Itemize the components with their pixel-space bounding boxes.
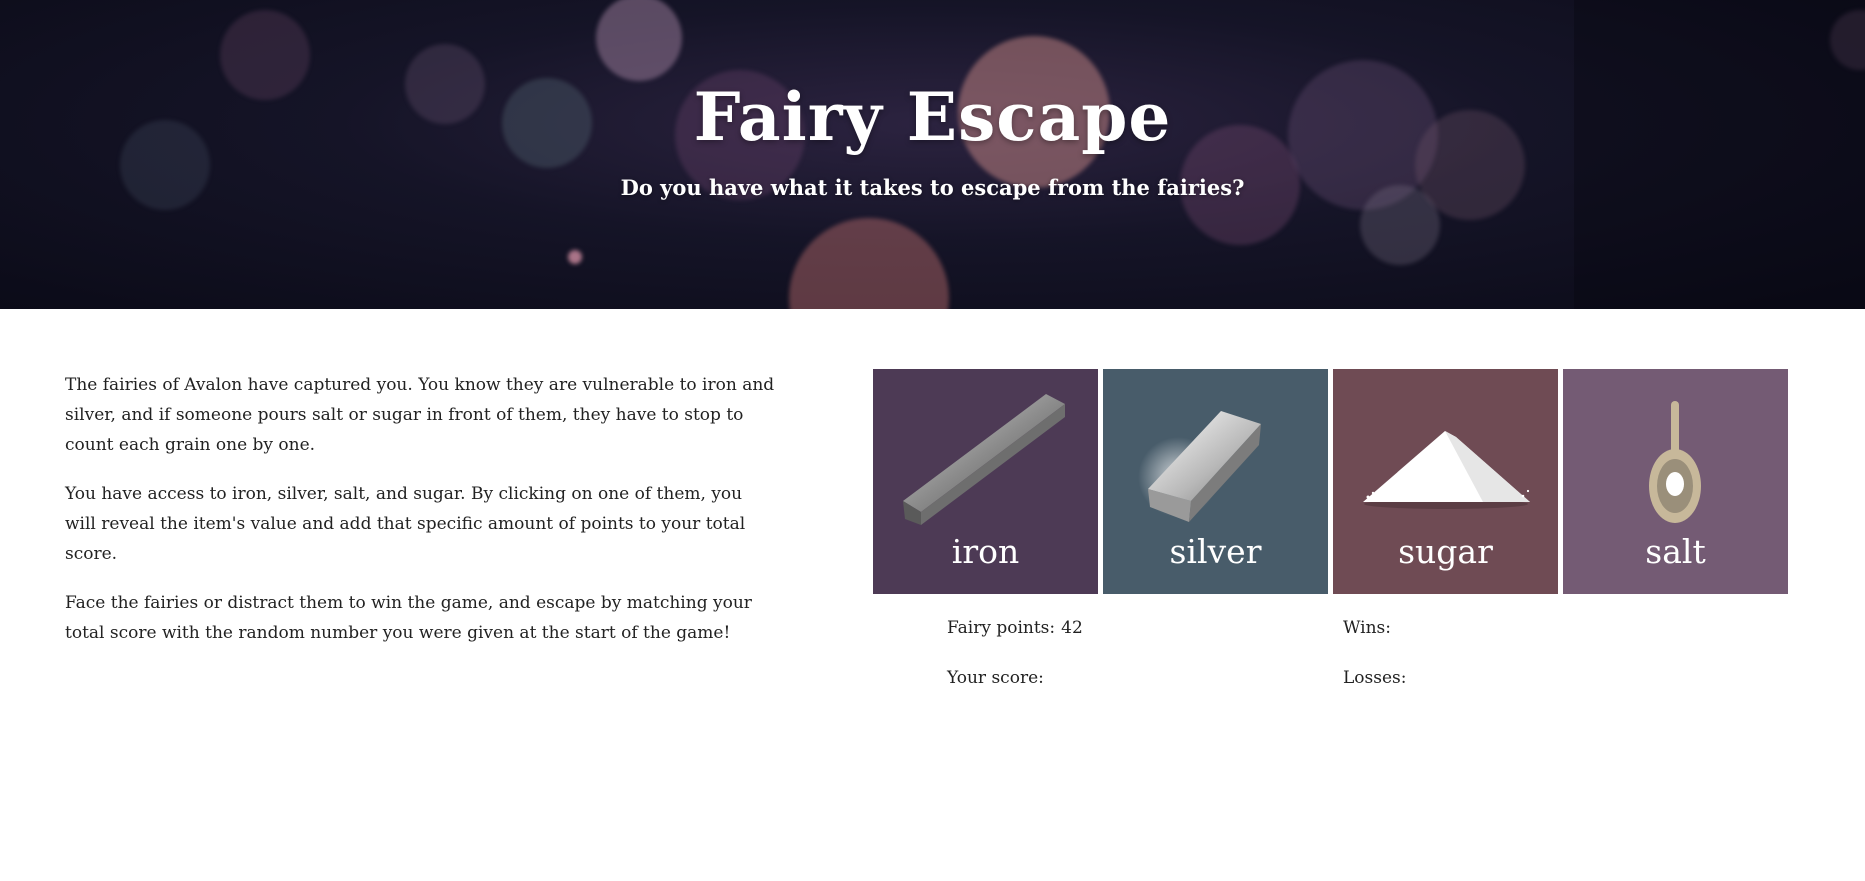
wins-row: Wins: bbox=[1343, 618, 1397, 638]
losses-label: Losses: bbox=[1343, 668, 1407, 688]
your-score-row: Your score: bbox=[947, 668, 1050, 688]
bokeh-light bbox=[789, 218, 949, 309]
instructions-paragraph: The fairies of Avalon have captured you.… bbox=[65, 375, 775, 455]
instructions-paragraph: Face the fairies or distract them to win… bbox=[65, 593, 752, 643]
salt-button[interactable]: salt bbox=[1563, 369, 1788, 594]
fairy-points-value: 42 bbox=[1061, 618, 1083, 638]
iron-label: iron bbox=[951, 532, 1020, 571]
game-instructions: The fairies of Avalon have captured you.… bbox=[65, 370, 775, 667]
hero-banner: Fairy Escape Do you have what it takes t… bbox=[0, 0, 1865, 309]
bokeh-light bbox=[568, 250, 582, 264]
iron-button[interactable]: iron bbox=[873, 369, 1098, 594]
silver-label: silver bbox=[1169, 532, 1262, 571]
bokeh-light bbox=[596, 0, 682, 81]
instructions-paragraph: You have access to iron, silver, salt, a… bbox=[65, 484, 746, 564]
sugar-button[interactable]: sugar bbox=[1333, 369, 1558, 594]
fairy-points-row: Fairy points: 42 bbox=[947, 618, 1083, 638]
page-title: Fairy Escape bbox=[693, 78, 1172, 156]
losses-row: Losses: bbox=[1343, 668, 1412, 688]
items-panel: iron silver sugar salt bbox=[873, 369, 1789, 595]
sugar-label: sugar bbox=[1398, 532, 1493, 571]
your-score-label: Your score: bbox=[947, 668, 1044, 688]
fairy-points-label: Fairy points: bbox=[947, 618, 1056, 638]
page-subtitle: Do you have what it takes to escape from… bbox=[620, 175, 1245, 200]
silver-button[interactable]: silver bbox=[1103, 369, 1328, 594]
wins-label: Wins: bbox=[1343, 618, 1392, 638]
salt-label: salt bbox=[1645, 532, 1706, 571]
